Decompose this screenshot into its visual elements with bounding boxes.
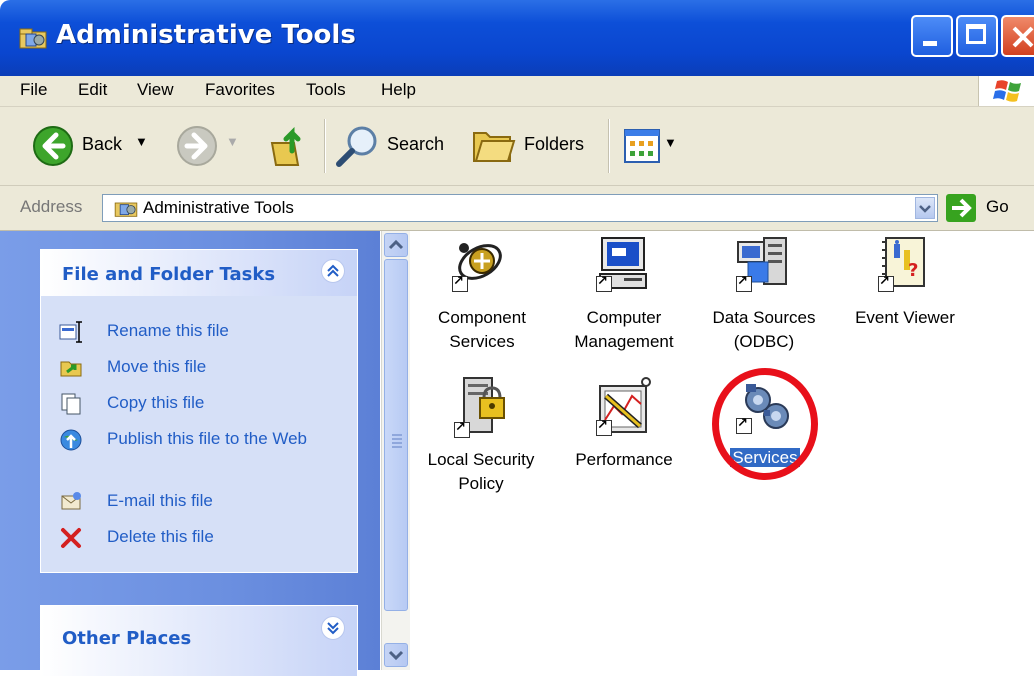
task-label[interactable]: Copy this file: [107, 392, 337, 414]
file-folder-tasks-panel: File and Folder Tasks Rename this file M…: [40, 249, 358, 573]
search-icon[interactable]: [334, 123, 382, 169]
task-label[interactable]: E-mail this file: [107, 490, 337, 512]
back-dropdown-icon[interactable]: ▼: [135, 134, 148, 149]
go-arrow-icon: [952, 198, 972, 218]
task-label[interactable]: Move this file: [107, 356, 337, 378]
task-label[interactable]: Rename this file: [107, 320, 337, 342]
move-icon: [60, 361, 82, 377]
shortcut-arrow-icon: [454, 420, 470, 438]
highlight-circle: [712, 368, 818, 480]
views-dropdown-icon[interactable]: ▼: [664, 135, 677, 150]
menu-edit[interactable]: Edit: [78, 80, 107, 100]
icon-label[interactable]: Performance: [562, 448, 686, 472]
menu-file[interactable]: File: [20, 80, 47, 100]
title-bar[interactable]: Administrative Tools: [0, 0, 1034, 76]
search-button-label[interactable]: Search: [387, 134, 444, 155]
icon-label[interactable]: Local Security Policy: [414, 448, 548, 496]
task-label[interactable]: Delete this file: [107, 526, 337, 548]
shortcut-arrow-icon: [736, 274, 752, 292]
chevron-up-icon: [327, 264, 339, 277]
administrative-tools-icon: [19, 28, 47, 49]
svg-text:?: ?: [908, 260, 918, 281]
icon-label[interactable]: Event Viewer: [842, 306, 968, 330]
menu-favorites[interactable]: Favorites: [205, 80, 275, 100]
address-label: Address: [20, 197, 83, 216]
shortcut-arrow-icon: [878, 274, 894, 292]
email-icon: [61, 492, 81, 510]
vertical-scrollbar[interactable]: [381, 231, 410, 670]
menu-tools[interactable]: Tools: [306, 80, 346, 100]
icon-label[interactable]: Computer Management: [562, 306, 686, 354]
scroll-grip: [392, 438, 402, 440]
windows-flag-icon: [993, 80, 1021, 102]
rename-icon: [59, 321, 82, 343]
close-button[interactable]: [1001, 15, 1034, 57]
scroll-up-button[interactable]: [384, 233, 408, 257]
menu-help[interactable]: Help: [381, 80, 416, 100]
address-field[interactable]: Administrative Tools: [102, 194, 938, 222]
scroll-down-button[interactable]: [384, 643, 408, 667]
menu-bar: File Edit View Favorites Tools Help: [0, 76, 1034, 107]
minimize-button[interactable]: [911, 15, 953, 57]
back-button-label[interactable]: Back: [82, 134, 122, 155]
address-bar: Address Administrative Tools Go: [0, 186, 1034, 231]
other-places-panel: Other Places: [40, 605, 358, 676]
chevron-down-icon: [919, 205, 931, 213]
publish-web-icon: [60, 429, 82, 451]
panel-header[interactable]: File and Folder Tasks: [41, 250, 357, 296]
toolbar-separator: [324, 119, 326, 173]
forward-dropdown-icon[interactable]: ▼: [226, 134, 239, 149]
address-value: Administrative Tools: [143, 198, 294, 217]
go-button-label[interactable]: Go: [986, 197, 1009, 217]
chevron-up-icon: [388, 239, 404, 250]
copy-icon: [61, 393, 81, 415]
delete-icon: [61, 528, 81, 548]
panel-title: File and Folder Tasks: [62, 264, 276, 285]
up-folder-icon[interactable]: [268, 121, 314, 169]
task-pane: File and Folder Tasks Rename this file M…: [0, 231, 380, 676]
panel-header[interactable]: Other Places: [41, 606, 357, 676]
window-title: Administrative Tools: [56, 20, 356, 50]
shortcut-arrow-icon: [596, 418, 612, 436]
maximize-button[interactable]: [956, 15, 998, 57]
folders-button-label[interactable]: Folders: [524, 134, 584, 155]
address-dropdown-button[interactable]: [915, 197, 935, 219]
scroll-thumb[interactable]: [384, 259, 408, 611]
icon-label[interactable]: Data Sources (ODBC): [700, 306, 828, 354]
menu-view[interactable]: View: [137, 80, 174, 100]
windows-logo: [978, 76, 1034, 106]
shortcut-arrow-icon: [596, 274, 612, 292]
task-label[interactable]: Publish this file to the Web: [107, 428, 337, 450]
administrative-tools-icon: [114, 202, 138, 217]
toolbar: Back ▼ ▼ Search Folders ▼: [0, 107, 1034, 186]
back-arrow-icon[interactable]: [32, 125, 74, 167]
go-button[interactable]: [946, 194, 976, 222]
close-icon: [1012, 26, 1034, 48]
icon-label[interactable]: Component Services: [422, 306, 542, 354]
panel-title: Other Places: [62, 628, 192, 649]
forward-arrow-icon[interactable]: [176, 125, 218, 167]
shortcut-arrow-icon: [452, 274, 468, 292]
chevron-down-icon: [327, 622, 339, 635]
collapse-button[interactable]: [321, 259, 345, 283]
toolbar-separator: [608, 119, 610, 173]
expand-button[interactable]: [321, 616, 345, 640]
folders-icon[interactable]: [472, 125, 516, 165]
chevron-down-icon: [388, 650, 404, 661]
views-icon[interactable]: [624, 129, 660, 163]
